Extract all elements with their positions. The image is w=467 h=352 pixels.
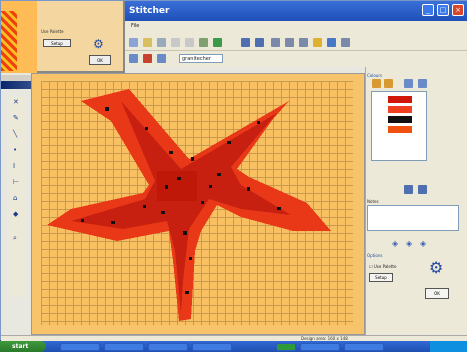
move-icon[interactable] [285,38,294,47]
text-tool-icon[interactable]: I [13,163,20,170]
swatch-edit-icon[interactable] [404,79,413,88]
palette-icon[interactable] [143,54,152,63]
swatch-tool-icon[interactable] [372,79,381,88]
close-icon[interactable]: × [452,4,464,16]
starfish-center [157,171,197,201]
starfish-pattern [47,89,331,321]
find-icon[interactable] [404,185,413,194]
rotate-center-icon[interactable]: ◈ [406,239,415,248]
rotate-left-icon[interactable]: ◈ [392,239,401,248]
notes-field[interactable] [367,205,459,231]
select-icon[interactable] [271,38,280,47]
taskbar-item[interactable] [300,343,340,351]
taskbar-item[interactable] [344,343,384,351]
toolbar-main [121,33,467,51]
swatch-4[interactable] [388,126,412,133]
app-window: Stitcher _ □ × File granitecher Use Pale… [0,0,467,342]
use-palette-checkbox[interactable]: ☐ Use Palette [369,264,396,269]
pencil-tool-icon[interactable]: ✎ [13,115,20,122]
minimize-icon[interactable]: _ [422,4,434,16]
options-title: Options [367,253,383,258]
swatch-delete-icon[interactable] [418,79,427,88]
zoom-out-icon[interactable] [255,38,264,47]
pencil-icon[interactable] [313,38,322,47]
fill-icon[interactable] [213,38,222,47]
swatch-add-icon[interactable] [384,79,393,88]
inset-setup-button[interactable]: Setup [43,39,71,47]
taskbar-item[interactable] [192,343,232,351]
rotate-right-icon[interactable]: ◈ [420,239,429,248]
taskbar-item[interactable] [60,343,100,351]
grid-icon[interactable] [199,38,208,47]
gear-icon[interactable]: ⚙ [93,37,107,51]
setup-button[interactable]: Setup [369,273,393,282]
inset-pattern [1,11,17,71]
inset-ok-button[interactable]: OK [89,55,111,65]
zoom-in-icon[interactable] [241,38,250,47]
toolbar-secondary [121,51,467,67]
palette-dropdown[interactable]: granitecher [179,54,223,63]
taskbar-item[interactable] [148,343,188,351]
inset-window: Use Palette Setup ⚙ OK [1,1,125,73]
list-icon[interactable] [418,185,427,194]
new-icon[interactable] [129,38,138,47]
line-tool-icon[interactable]: ╲ [13,131,20,138]
dot-tool-icon[interactable]: • [13,147,20,154]
menu-file[interactable]: File [131,23,161,32]
swatch-3[interactable] [388,116,412,123]
notes-title: Notes [367,199,379,204]
bracket-tool-icon[interactable]: ⊢ [13,179,20,186]
text-icon[interactable] [341,38,350,47]
ok-button[interactable]: OK [425,288,449,299]
taskbar-item-active[interactable] [276,343,296,351]
thread-list[interactable] [371,91,427,161]
save-icon[interactable] [157,38,166,47]
swatch-2[interactable] [388,106,412,113]
system-tray [430,341,467,352]
start-button[interactable]: start [0,341,46,352]
eyedropper-tool-icon[interactable]: ⌕ [13,235,20,242]
taskbar-item[interactable] [104,343,144,351]
maximize-icon[interactable]: □ [437,4,449,16]
use-palette-label: Use Palette [373,264,397,269]
layer-icon[interactable] [129,54,138,63]
swatch-1[interactable] [388,96,412,103]
starfish [47,89,331,321]
brush-icon[interactable] [327,38,336,47]
print-icon[interactable] [171,38,180,47]
rotate-icon[interactable] [299,38,308,47]
shape-tool-icon[interactable]: ⌂ [13,195,20,202]
open-icon[interactable] [143,38,152,47]
gear-icon[interactable]: ⚙ [429,259,447,277]
close-tool-icon[interactable]: ✕ [13,99,20,106]
stitch-grid[interactable] [41,81,353,325]
inset-option-label: Use Palette [41,29,64,34]
fill-tool-icon[interactable]: ◆ [13,211,20,218]
stitch-icon[interactable] [157,54,166,63]
window-title: Stitcher [129,6,170,16]
tool-palette: ✕ ✎ ╲ • I ⊢ ⌂ ◆ ⌕ [9,97,25,297]
threads-title: Colours [367,73,383,78]
cut-icon[interactable] [185,38,194,47]
